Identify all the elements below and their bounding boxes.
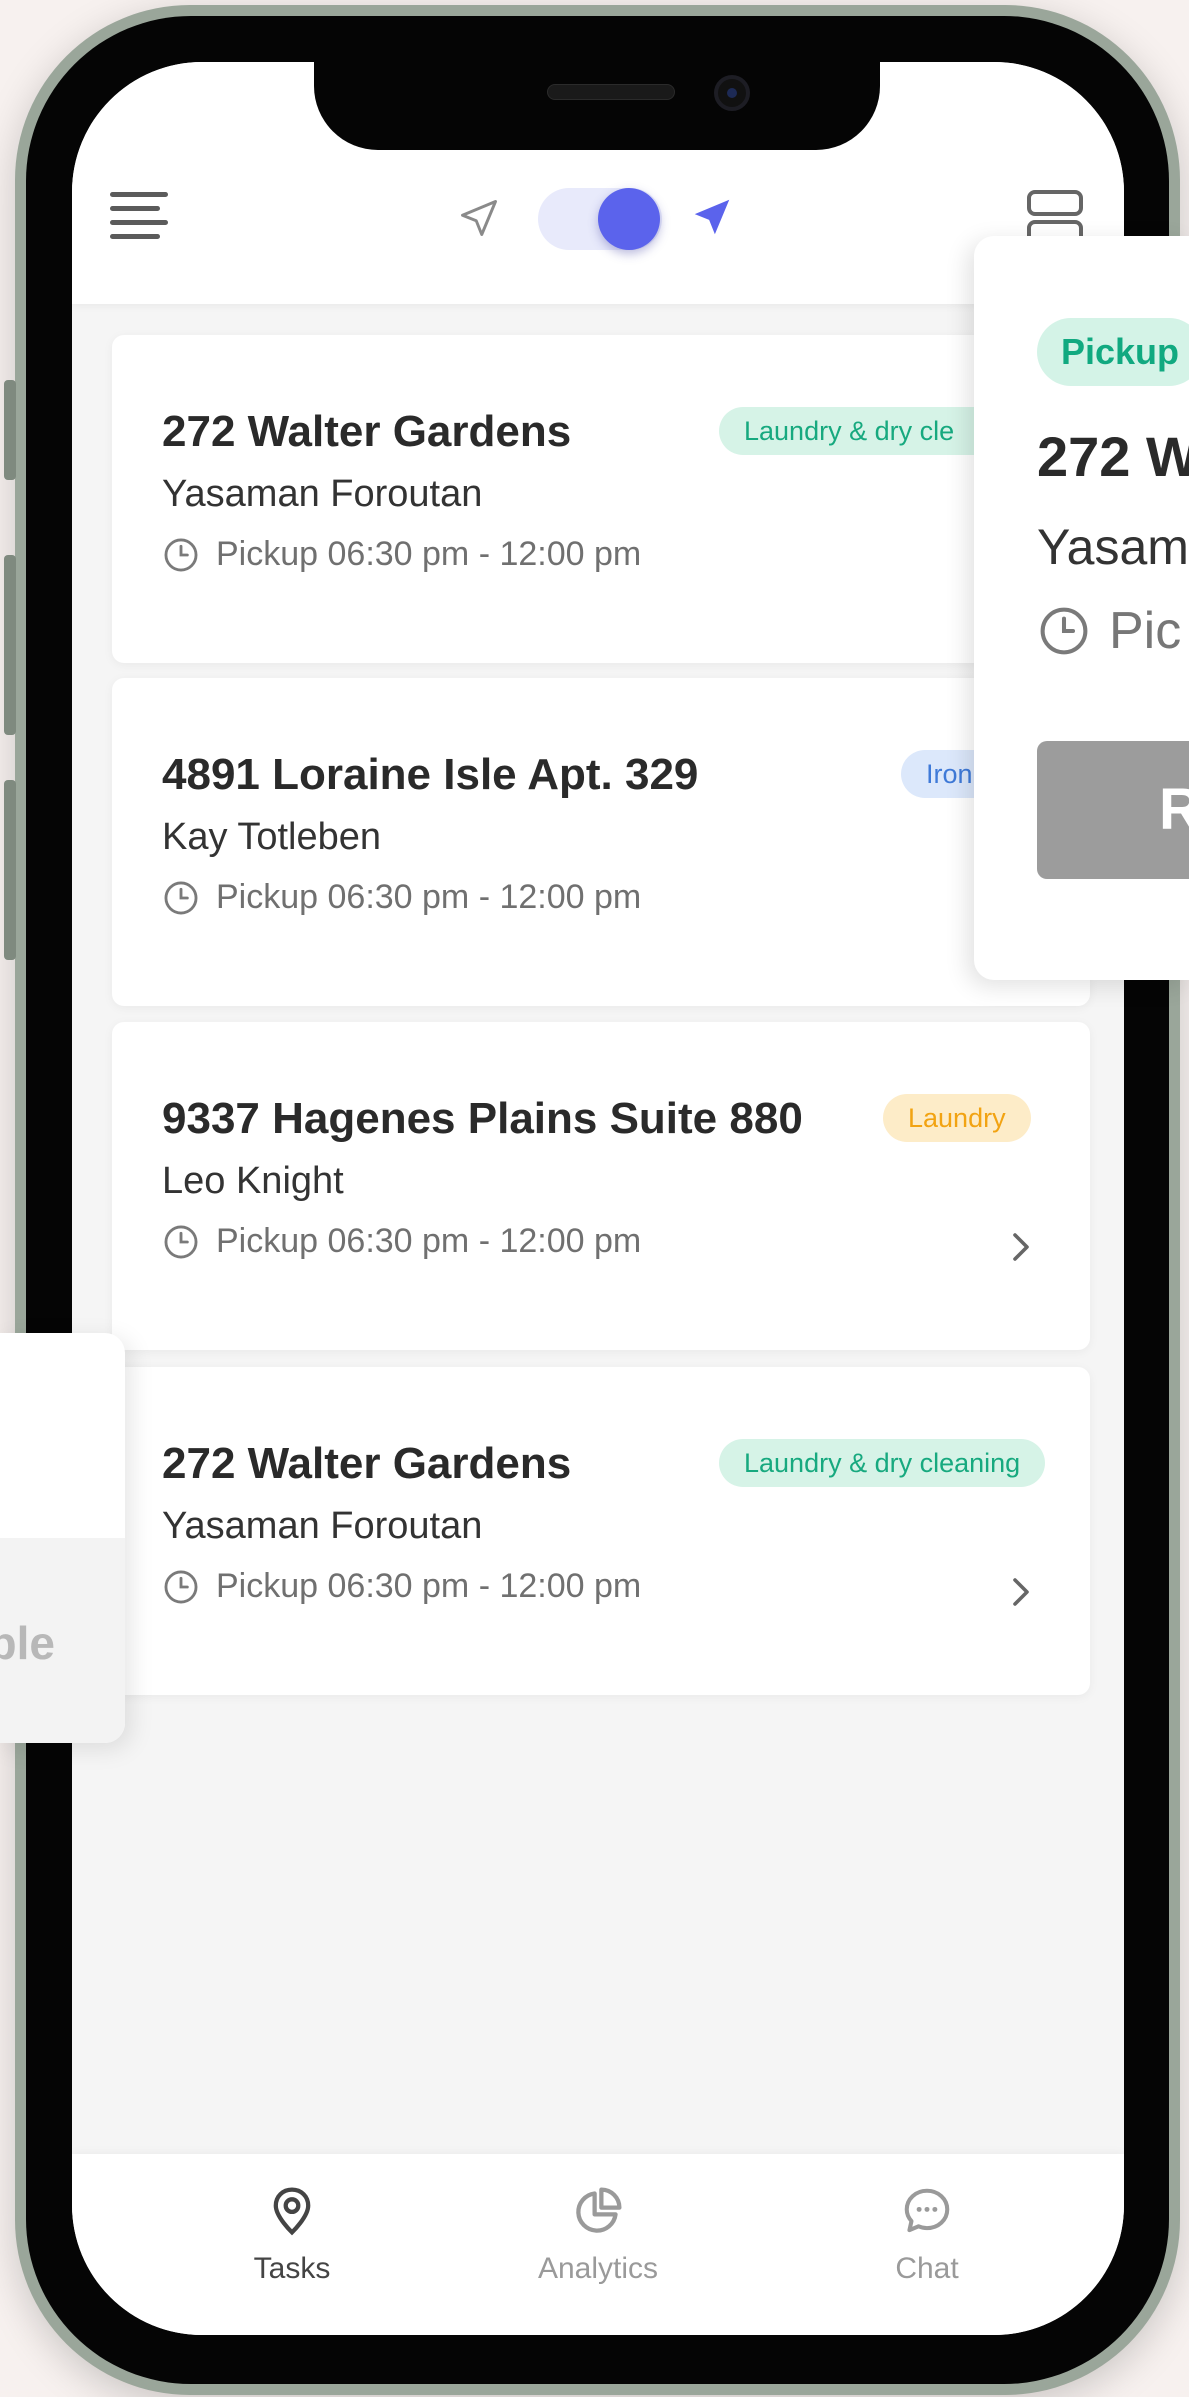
task-time-row: Pickup 06:30 pm - 12:00 pm bbox=[162, 878, 641, 917]
task-address: 272 Walter Gardens bbox=[162, 1439, 572, 1488]
task-customer: Yasaman Foroutan bbox=[162, 1505, 483, 1547]
side-panel-left[interactable]: ble bbox=[0, 1333, 125, 1743]
front-camera bbox=[714, 75, 750, 111]
task-address: 272 Walter Gardens bbox=[162, 407, 572, 456]
chat-bubble-icon bbox=[904, 2188, 950, 2233]
task-card[interactable]: 9337 Hagenes Plains Suite 880 Leo Knight… bbox=[112, 1022, 1090, 1350]
clock-icon bbox=[1040, 607, 1088, 655]
task-address: 4891 Loraine Isle Apt. 329 bbox=[162, 750, 699, 799]
hamburger-menu-icon[interactable] bbox=[110, 192, 168, 242]
app-screen: 272 Walter Gardens Yasaman Foroutan Pick… bbox=[72, 62, 1124, 2335]
task-address: 9337 Hagenes Plains Suite 880 bbox=[162, 1094, 803, 1143]
clock-icon bbox=[164, 538, 198, 571]
location-pin-icon bbox=[273, 2187, 311, 2236]
tab-chat-label: Chat bbox=[895, 2252, 959, 2285]
side-panel-left-label: ble bbox=[0, 1617, 55, 1669]
task-detail-panel[interactable]: Pickup 272 W Yasam Pic R bbox=[974, 236, 1189, 980]
speaker bbox=[547, 84, 675, 100]
task-card[interactable]: 272 Walter Gardens Yasaman Foroutan Pick… bbox=[112, 335, 1090, 663]
task-time: Pickup 06:30 pm - 12:00 pm bbox=[216, 1222, 642, 1260]
side-button-volume-up bbox=[4, 555, 16, 735]
chevron-right-icon[interactable] bbox=[1010, 1231, 1032, 1263]
task-time-row: Pickup 06:30 pm - 12:00 pm bbox=[162, 1567, 641, 1606]
task-time-row: Pickup 06:30 pm - 12:00 pm bbox=[162, 1222, 641, 1261]
detail-address: 272 W bbox=[1037, 425, 1189, 488]
detail-customer: Yasam bbox=[1037, 519, 1189, 575]
chevron-right-icon[interactable] bbox=[1010, 1576, 1032, 1608]
task-time: Pickup 06:30 pm - 12:00 pm bbox=[216, 878, 642, 916]
task-time: Pickup 06:30 pm - 12:00 pm bbox=[216, 535, 642, 573]
notch bbox=[314, 62, 880, 150]
detail-time-row: Pic bbox=[1037, 601, 1181, 661]
task-time: Pickup 06:30 pm - 12:00 pm bbox=[216, 1567, 642, 1605]
side-button-volume-down bbox=[4, 780, 16, 960]
task-customer: Kay Totleben bbox=[162, 816, 382, 858]
detail-action-button[interactable]: R bbox=[1037, 741, 1189, 879]
side-button-mute bbox=[4, 380, 16, 480]
task-customer: Yasaman Foroutan bbox=[162, 473, 483, 515]
navigation-arrow-filled-icon[interactable] bbox=[689, 194, 735, 240]
task-customer: Leo Knight bbox=[162, 1160, 344, 1202]
bottom-navigation: Tasks Analytics Chat bbox=[72, 2154, 1124, 2335]
service-tag: Laundry bbox=[883, 1094, 1031, 1142]
tab-tasks[interactable]: Tasks bbox=[192, 2184, 392, 2286]
service-tag: Laundry & dry cleaning bbox=[719, 1439, 1046, 1487]
clock-icon bbox=[164, 1225, 198, 1258]
navigation-toggle[interactable] bbox=[538, 188, 662, 250]
pie-chart-icon bbox=[576, 2187, 622, 2233]
task-card[interactable]: 272 Walter Gardens Yasaman Foroutan Pick… bbox=[112, 1367, 1090, 1695]
clock-icon bbox=[164, 881, 198, 914]
navigation-arrow-outline-icon[interactable] bbox=[457, 196, 501, 240]
tab-chat[interactable]: Chat bbox=[827, 2184, 1027, 2286]
tab-analytics-label: Analytics bbox=[537, 2252, 659, 2285]
task-card[interactable]: 4891 Loraine Isle Apt. 329 Kay Totleben … bbox=[112, 678, 1090, 1006]
clock-icon bbox=[164, 1570, 198, 1603]
detail-time: Pic bbox=[1109, 602, 1182, 660]
task-time-row: Pickup 06:30 pm - 12:00 pm bbox=[162, 535, 641, 574]
toggle-knob bbox=[598, 188, 660, 250]
tab-tasks-label: Tasks bbox=[253, 2252, 331, 2285]
pickup-badge: Pickup bbox=[1037, 318, 1189, 386]
tab-analytics[interactable]: Analytics bbox=[498, 2184, 698, 2286]
